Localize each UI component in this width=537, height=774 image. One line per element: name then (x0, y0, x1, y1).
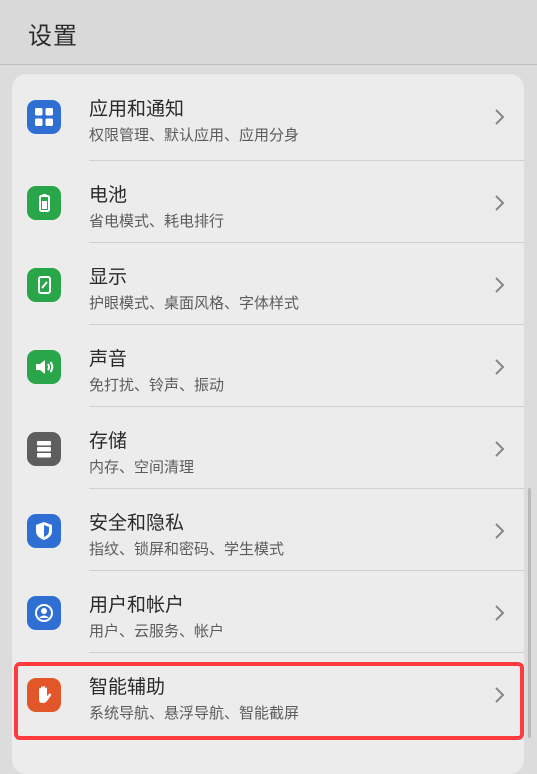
chevron-right-icon (495, 195, 505, 211)
settings-item-title: 电池 (89, 184, 128, 206)
settings-item-subtitle: 权限管理、默认应用、应用分身 (89, 126, 300, 144)
settings-item-subtitle: 护眼模式、桌面风格、字体样式 (89, 294, 300, 312)
shield-icon (27, 514, 61, 548)
settings-header: 设置 (0, 0, 537, 65)
settings-item-subtitle: 内存、空间清理 (89, 458, 195, 476)
speaker-icon (27, 350, 61, 384)
chevron-right-icon (495, 441, 505, 457)
settings-item-title: 安全和隐私 (89, 512, 185, 534)
settings-item-subtitle: 指纹、锁屏和密码、学生模式 (89, 540, 285, 558)
settings-item-sound[interactable]: 声音 免打扰、铃声、振动 (12, 324, 524, 406)
settings-item-subtitle: 用户、云服务、帐户 (89, 622, 225, 640)
storage-icon (27, 432, 61, 466)
settings-item-storage[interactable]: 存储 内存、空间清理 (12, 406, 524, 488)
user-icon (27, 596, 61, 630)
settings-item-display[interactable]: 显示 护眼模式、桌面风格、字体样式 (12, 242, 524, 324)
battery-icon (27, 186, 61, 220)
settings-item-subtitle: 省电模式、耗电排行 (89, 212, 225, 230)
chevron-right-icon (495, 359, 505, 375)
settings-item-title: 用户和帐户 (89, 594, 185, 616)
settings-item-title: 声音 (89, 348, 128, 370)
settings-item-battery[interactable]: 电池 省电模式、耗电排行 (12, 160, 524, 242)
chevron-right-icon (495, 277, 505, 293)
chevron-right-icon (495, 523, 505, 539)
display-icon (27, 268, 61, 302)
highlight-box (14, 662, 524, 740)
header-divider (0, 64, 537, 65)
chevron-right-icon (495, 109, 505, 125)
settings-item-users-accounts[interactable]: 用户和帐户 用户、云服务、帐户 (12, 570, 524, 652)
scrollbar[interactable] (528, 488, 531, 738)
settings-item-subtitle: 免打扰、铃声、振动 (89, 376, 225, 394)
settings-item-title: 存储 (89, 430, 128, 452)
settings-item-title: 显示 (89, 266, 128, 288)
apps-grid-icon (27, 100, 61, 134)
chevron-right-icon (495, 605, 505, 621)
settings-item-title: 应用和通知 (89, 98, 185, 120)
settings-item-apps-notifications[interactable]: 应用和通知 权限管理、默认应用、应用分身 (12, 74, 524, 156)
settings-item-security-privacy[interactable]: 安全和隐私 指纹、锁屏和密码、学生模式 (12, 488, 524, 570)
page-title: 设置 (28, 22, 78, 50)
